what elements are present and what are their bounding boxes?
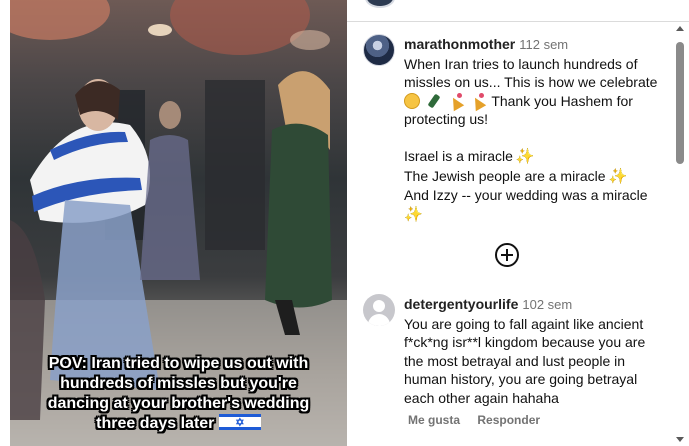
avatar[interactable] [365,0,395,8]
comment-username[interactable]: detergentyourlife [404,296,518,312]
sparkles-icon: ✨ [404,205,423,223]
avatar-body [368,314,390,326]
avatar[interactable] [363,294,395,326]
comment-line: When Iran tries to launch hundreds of [404,55,638,72]
comment-time[interactable]: 102 sem [522,297,572,312]
comment-line: f*ck*ng isr**l kingdom because you are [404,334,646,350]
comment-line: missles on us... This is how we celebrat… [404,74,658,90]
comment-line: The Jewish people are a miracle [404,167,606,184]
comment-line: Thank you Hashem for [491,92,633,109]
caption-line: dancing at your brother's wedding [47,395,310,412]
comment-line: Israel is a miracle [404,148,513,164]
scrollbar[interactable] [675,22,685,446]
scrollbar-thumb[interactable] [676,42,684,164]
comment-line: the most betrayal and lust people in [404,352,626,369]
comment-body: detergentyourlife 102 sem You are going t… [404,295,669,407]
comment-line: And Izzy -- your wedding was a miracle [404,187,648,203]
sparkles-icon: ✨ [608,167,628,185]
comment-line: each other again hahaha [404,389,559,406]
comments-panel: marathonmother 112 sem When Iran tries to… [347,0,689,446]
caption-line: three days later [18,413,339,434]
reply-button[interactable]: Responder [477,413,540,427]
comment-line: You are going to fall againt like ancien… [404,315,644,332]
avatar[interactable] [363,34,395,66]
caption-line-text: three days later [96,415,215,432]
comment-username[interactable]: marathonmother [404,36,515,52]
like-comment-button[interactable]: Me gusta [408,413,460,427]
video-caption: POV: Iran tried to wipe us out with hund… [18,354,339,434]
scroll-down-icon[interactable] [676,437,684,442]
face-emoji [404,92,420,109]
caption-line: POV: Iran tried to wipe us out with [48,355,309,372]
bottle-emoji [426,93,442,109]
comment-line: protecting us! [404,111,489,127]
avatar-head [373,300,385,312]
load-more-comments-button[interactable] [495,243,519,267]
israel-flag-emoji [218,413,261,433]
sparkles-icon: ✨ [515,148,535,165]
comment-actions: Me gusta Responder [408,413,554,427]
post-video[interactable]: POV: Iran tried to wipe us out with hund… [10,0,347,446]
comment-line: human history, you are going betrayal [404,371,638,387]
scroll-up-icon[interactable] [676,26,684,31]
panel-header [347,0,689,22]
comment-body: marathonmother 112 sem When Iran tries to… [404,35,669,224]
party-popper-emoji [470,92,486,109]
comment-time[interactable]: 112 sem [519,37,568,52]
caption-line: hundreds of missles but you're [60,375,297,392]
party-popper-emoji [448,92,464,109]
